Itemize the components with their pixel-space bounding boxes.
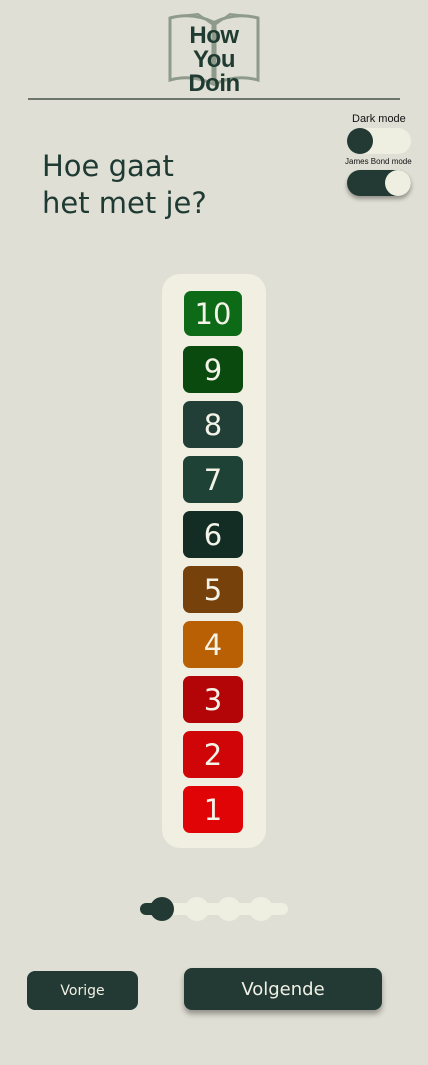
dark-mode-toggle-knob xyxy=(347,128,373,154)
next-button[interactable]: Volgende xyxy=(184,968,382,1010)
score-button-4[interactable]: 4 xyxy=(183,621,243,668)
score-button-8[interactable]: 8 xyxy=(183,401,243,448)
step-dot-2 xyxy=(185,897,209,921)
header-divider xyxy=(28,98,400,100)
score-button-2[interactable]: 2 xyxy=(183,731,243,778)
app-logo: How You Doin xyxy=(168,12,260,96)
score-button-9[interactable]: 9 xyxy=(183,346,243,393)
logo-line-2: Doin xyxy=(188,70,240,97)
bond-mode-toggle[interactable] xyxy=(347,170,411,196)
bond-mode-toggle-knob xyxy=(385,170,411,196)
score-button-6[interactable]: 6 xyxy=(183,511,243,558)
bond-mode-label: James Bond mode xyxy=(345,157,412,166)
logo-line-1: How You xyxy=(189,22,239,73)
score-button-7[interactable]: 7 xyxy=(183,456,243,503)
previous-button[interactable]: Vorige xyxy=(27,971,138,1010)
dark-mode-toggle[interactable] xyxy=(347,128,411,154)
question-line-1: Hoe gaat xyxy=(42,149,174,183)
question-heading: Hoe gaat het met je? xyxy=(42,148,302,222)
step-progress xyxy=(140,895,290,923)
step-dot-1 xyxy=(150,897,174,921)
score-button-5[interactable]: 5 xyxy=(183,566,243,613)
step-dot-3 xyxy=(217,897,241,921)
score-button-10[interactable]: 10 xyxy=(184,291,242,336)
rating-scale: 10 9 8 7 6 5 4 3 2 1 xyxy=(162,274,266,848)
question-line-2: het met je? xyxy=(42,186,207,220)
score-button-3[interactable]: 3 xyxy=(183,676,243,723)
step-dot-4 xyxy=(249,897,273,921)
dark-mode-label: Dark mode xyxy=(352,113,406,125)
score-button-1[interactable]: 1 xyxy=(183,786,243,833)
